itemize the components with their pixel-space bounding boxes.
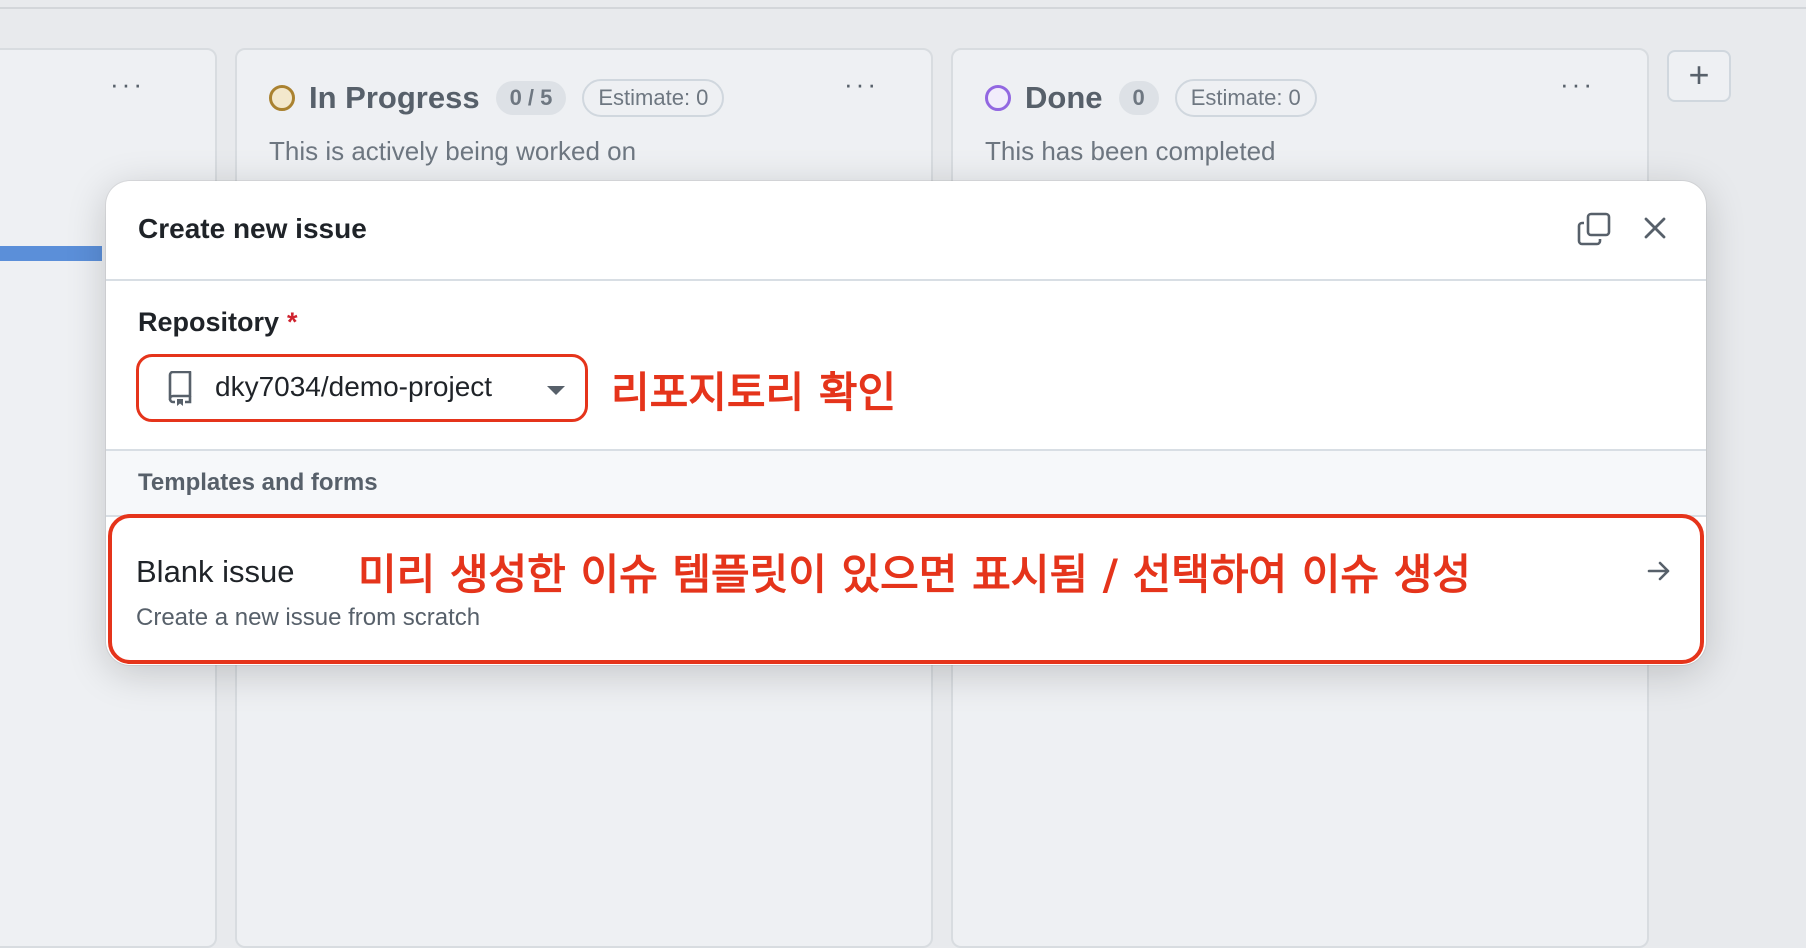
repository-select[interactable]: dky7034/demo-project: [136, 354, 588, 422]
create-issue-dialog: Create new issue Repository * dky7034/dem…: [106, 181, 1706, 665]
column-title: In Progress: [309, 80, 480, 115]
annotation-template-note: 미리 생성한 이슈 템플릿이 있으면 표시됨 / 선택하여 이슈 생성: [358, 550, 1471, 599]
templates-label: Templates and forms: [138, 469, 378, 496]
estimate-badge: Estimate: 0: [582, 79, 725, 117]
item-count-badge: 0 / 5: [495, 81, 567, 115]
status-circle-icon: [269, 85, 295, 111]
template-description: Create a new issue from scratch: [136, 604, 481, 631]
repo-icon: [168, 371, 192, 406]
required-mark: *: [287, 307, 298, 337]
arrow-right-icon: [1647, 561, 1670, 581]
column-menu-button[interactable]: ···: [110, 71, 145, 97]
template-title: Blank issue: [136, 554, 295, 589]
templates-section-header: Templates and forms: [106, 449, 1706, 517]
annotation-repository-note: 리포지토리 확인: [611, 368, 897, 417]
top-divider: [0, 7, 1806, 9]
repository-label-text: Repository: [138, 307, 280, 337]
estimate-badge: Estimate: 0: [1174, 79, 1317, 117]
repository-label: Repository *: [138, 307, 298, 338]
column-menu-button[interactable]: ···: [1560, 71, 1595, 97]
close-icon[interactable]: [1640, 213, 1670, 243]
column-header: Done 0 Estimate: 0: [985, 78, 1317, 118]
repository-value: dky7034/demo-project: [215, 371, 493, 402]
column-description: This is actively being worked on: [269, 136, 637, 166]
dialog-header: Create new issue: [106, 181, 1706, 281]
item-count-badge: 0: [1118, 81, 1159, 115]
chevron-down-icon: [547, 386, 565, 395]
copy-icon[interactable]: [1576, 211, 1612, 247]
column-menu-button[interactable]: ···: [844, 71, 879, 97]
status-circle-icon: [985, 85, 1011, 111]
column-progress-bar: [0, 246, 102, 261]
dialog-title: Create new issue: [138, 213, 367, 244]
add-column-button[interactable]: +: [1667, 50, 1731, 102]
column-header: In Progress 0 / 5 Estimate: 0: [269, 78, 725, 118]
column-description: This has been completed: [985, 136, 1276, 166]
column-title: Done: [1025, 80, 1103, 115]
